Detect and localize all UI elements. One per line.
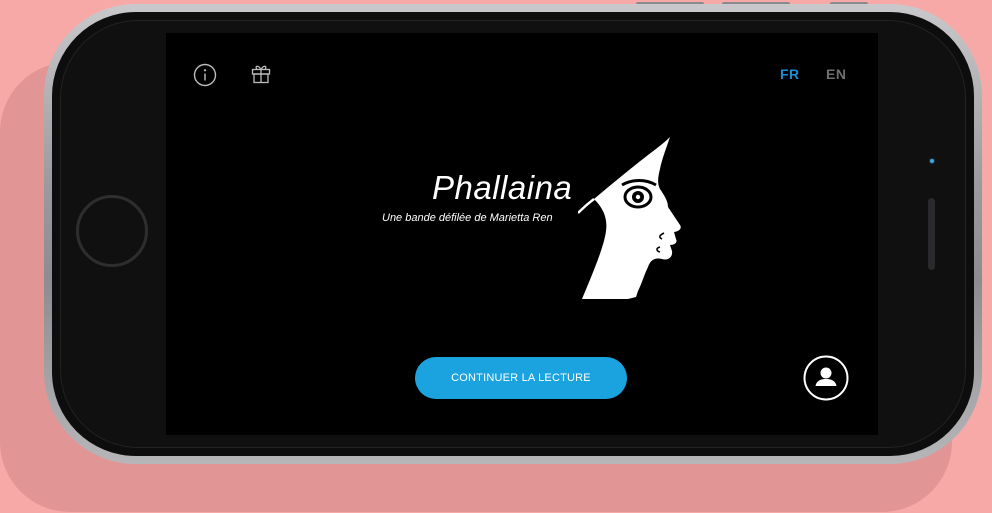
app-subtitle: Une bande défilée de Marietta Ren xyxy=(382,212,553,224)
earpiece-speaker xyxy=(928,198,935,270)
mockup-stage: FR EN Phallaina Une bande défilée de Mar… xyxy=(0,0,992,513)
user-icon[interactable] xyxy=(803,355,849,401)
front-camera xyxy=(927,156,937,166)
app-screen: FR EN Phallaina Une bande défilée de Mar… xyxy=(166,33,878,435)
home-button[interactable] xyxy=(76,195,148,267)
face-profile-logo xyxy=(578,137,681,299)
language-option-fr[interactable]: FR xyxy=(780,66,800,82)
app-title: Phallaina xyxy=(432,169,573,206)
language-option-en[interactable]: EN xyxy=(826,66,846,82)
gift-icon[interactable] xyxy=(249,61,273,85)
continue-reading-button[interactable]: CONTINUER LA LECTURE xyxy=(415,357,627,399)
info-icon[interactable] xyxy=(193,63,217,87)
